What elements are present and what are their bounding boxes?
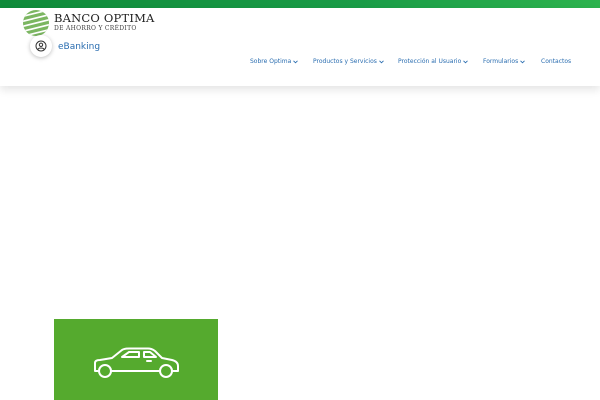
user-circle-icon[interactable] xyxy=(30,35,52,57)
chevron-down-icon xyxy=(463,59,469,63)
ebanking-link[interactable]: eBanking xyxy=(58,42,100,52)
car-icon xyxy=(94,347,179,378)
product-card-auto-loan[interactable] xyxy=(54,319,218,400)
chevron-down-icon xyxy=(379,59,384,63)
chevron-down-icon xyxy=(520,59,526,63)
nav-item-sobre-optima[interactable]: Sobre Optima xyxy=(250,58,299,65)
nav-item-label: Protección al Usuario xyxy=(398,58,462,65)
brand-name: BANCO OPTIMA xyxy=(54,11,155,25)
chevron-down-icon xyxy=(293,59,299,63)
nav-item-label: Sobre Optima xyxy=(250,58,292,65)
nav-item-proteccion-usuario[interactable]: Protección al Usuario xyxy=(398,58,469,65)
top-accent-bar xyxy=(0,0,600,8)
nav-item-formularios[interactable]: Formularios xyxy=(483,58,526,65)
nav-item-label: Productos y Servicios xyxy=(313,58,377,65)
brand-subtitle: DE AHORRO Y CRÉDITO xyxy=(54,25,137,32)
site-header: BANCO OPTIMA DE AHORRO Y CRÉDITO eBankin… xyxy=(0,8,600,86)
nav-item-label: Contactos xyxy=(541,58,572,65)
nav-item-contactos[interactable]: Contactos xyxy=(541,58,571,65)
globe-stripes-logo-icon xyxy=(23,10,49,36)
nav-item-productos-servicios[interactable]: Productos y Servicios xyxy=(313,58,384,65)
nav-item-label: Formularios xyxy=(483,58,519,65)
